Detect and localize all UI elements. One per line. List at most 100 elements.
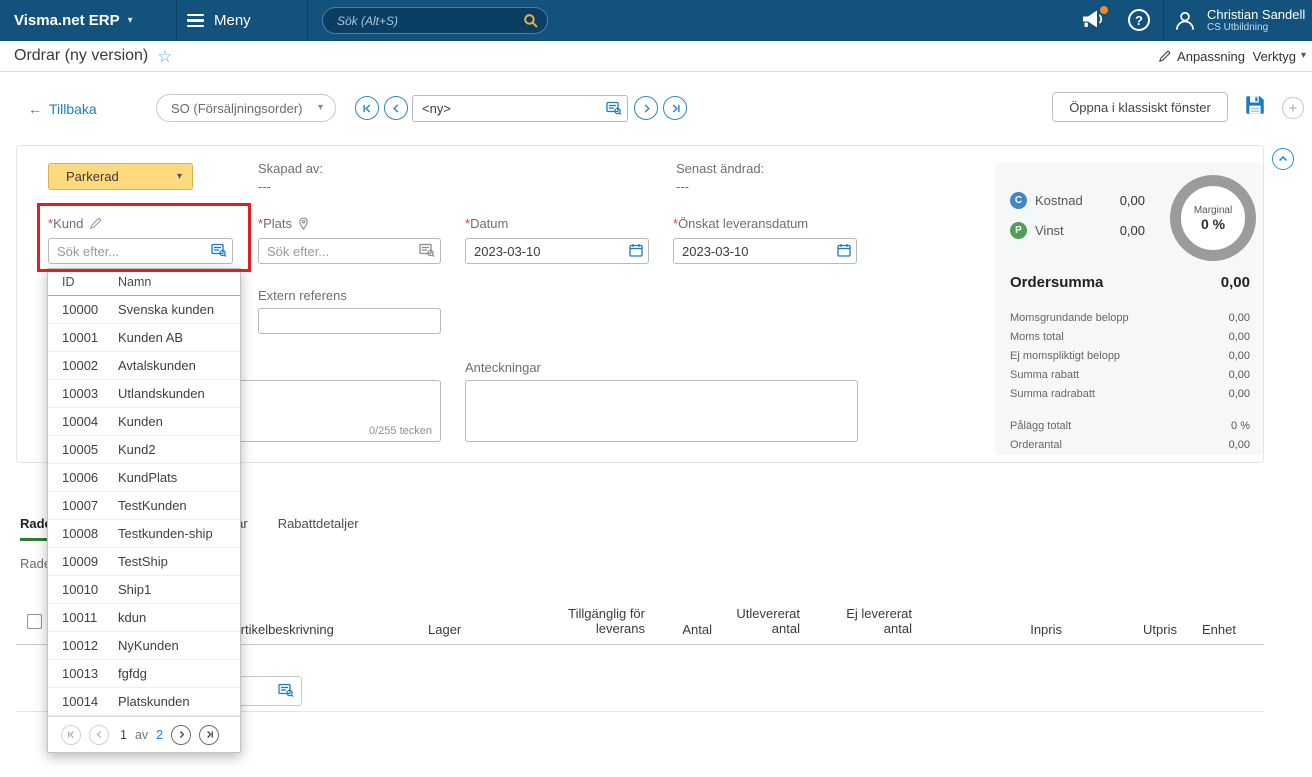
last-record-button[interactable] [663,96,687,120]
customer-id: 10007 [62,498,99,513]
next-record-button[interactable] [634,96,658,120]
calendar-icon[interactable] [629,243,643,257]
datum-input[interactable] [465,238,649,264]
lookup-icon[interactable] [419,243,435,257]
customer-option[interactable]: 10003 Utlandskunden [48,380,240,408]
global-search[interactable] [322,7,548,34]
customer-option[interactable]: 10005 Kund2 [48,436,240,464]
brand-menu[interactable]: Visma.net ERP ▾ [14,0,133,41]
collapse-panel-button[interactable] [1272,148,1294,170]
tab-rabattdetaljer[interactable]: Rabattdetaljer [278,516,359,541]
lookup-icon[interactable] [211,243,227,257]
save-button[interactable] [1245,95,1265,115]
marginal-label: Marginal [1193,204,1233,216]
column-header[interactable]: Tillgänglig för leverans [540,606,645,636]
chevron-down-icon: ▾ [1300,50,1306,61]
main-menu-button[interactable]: Meny [177,0,307,41]
anteckningar-field [465,380,858,442]
customer-option[interactable]: 10007 TestKunden [48,492,240,520]
customer-option[interactable]: 10000 Svenska kunden [48,296,240,324]
previous-record-button[interactable] [384,96,408,120]
column-header[interactable]: Inpris [1012,622,1062,637]
customer-name: Kunden [118,414,163,429]
customer-name: Avtalskunden [118,358,196,373]
plats-search-input[interactable] [258,238,441,264]
add-record-button[interactable]: + [1282,97,1304,119]
lookup-icon[interactable] [278,683,294,697]
pagination-next-button[interactable] [171,724,192,745]
customer-option[interactable]: 10012 NyKunden [48,632,240,660]
user-icon [1176,11,1194,30]
announcements-button[interactable] [1080,6,1108,33]
customer-option[interactable]: 10008 Testkunden-ship [48,520,240,548]
customer-id: 10001 [62,330,99,345]
pagination-first-button[interactable] [61,724,81,745]
summary-row-value: 0,00 [1228,311,1250,324]
edit-pencil-icon[interactable] [89,217,102,230]
hamburger-icon [187,13,204,28]
column-header[interactable]: Artikelbeskrivning [232,622,334,637]
search-icon[interactable] [523,13,538,28]
kostnad-label: Kostnad [1035,193,1083,208]
lookup-icon[interactable] [606,101,622,115]
customer-option[interactable]: 10002 Avtalskunden [48,352,240,380]
anteckningar-textarea[interactable] [465,380,858,442]
column-header[interactable]: Lager [428,622,461,637]
customer-id: 10013 [62,666,99,681]
status-dropdown[interactable]: Parkerad ▾ [48,163,193,190]
customer-option[interactable]: 10004 Kunden [48,408,240,436]
created-by-label: Skapad av: [258,161,324,176]
pencil-icon [1159,50,1171,62]
column-header[interactable]: Enhet [1202,622,1236,637]
column-header[interactable]: Ej levererat antal [817,606,912,636]
pagination-total-pages[interactable]: 2 [156,728,163,742]
customer-option[interactable]: 10013 fgfdg [48,660,240,688]
customer-option[interactable]: 10001 Kunden AB [48,324,240,352]
open-classic-button[interactable]: Öppna i klassiskt fönster [1052,92,1228,122]
marginal-gauge: Marginal 0 % [1170,175,1256,261]
customer-option[interactable]: 10009 TestShip [48,548,240,576]
customer-id: 10006 [62,470,99,485]
global-search-input[interactable] [323,13,523,28]
customer-option[interactable]: 10006 KundPlats [48,464,240,492]
chevron-down-icon: ▾ [127,14,133,26]
back-link[interactable]: ← Tillbaka [28,101,97,117]
order-type-dropdown[interactable]: SO (Försäljningsorder) ▾ [156,94,336,122]
summary-row: Moms total 0,00 [1010,327,1250,346]
leveransdatum-input[interactable] [673,238,857,264]
extern-referens-input[interactable] [258,308,441,334]
summary-row-value: 0,00 [1228,330,1250,343]
profit-badge-icon: P [1010,222,1027,239]
customer-id: 10002 [62,358,99,373]
customer-option[interactable]: 10010 Ship1 [48,576,240,604]
column-header[interactable]: Utlevererat antal [705,606,800,636]
user-name: Christian Sandell [1207,7,1306,22]
first-record-button[interactable] [355,96,379,120]
column-header[interactable]: Utpris [1127,622,1177,637]
order-type-value: SO (Försäljningsorder) [171,100,303,116]
dropdown-column-id[interactable]: ID [62,275,118,289]
datum-field [465,238,649,264]
skip-last-icon [206,731,213,738]
favorite-star-icon[interactable]: ☆ [157,48,172,65]
user-menu[interactable]: Christian Sandell CS Utbildning [1172,0,1305,41]
customization-button[interactable]: Anpassning [1158,41,1245,71]
summary-row-label: Ej momspliktigt belopp [1010,349,1121,362]
kund-search-input[interactable] [48,238,233,264]
help-button[interactable]: ? [1128,9,1150,31]
kund-label-row: *Kund [48,216,102,231]
pagination-previous-button[interactable] [89,724,109,745]
customer-option[interactable]: 10014 Platskunden [48,688,240,716]
customer-id: 10003 [62,386,99,401]
vinst-label: Vinst [1035,223,1064,238]
select-all-checkbox[interactable] [27,614,42,629]
pagination-last-button[interactable] [199,724,220,745]
summary-row-label: Moms total [1010,330,1064,343]
calendar-icon[interactable] [837,243,851,257]
dropdown-column-name[interactable]: Namn [118,275,151,289]
last-modified-value: --- [676,179,689,194]
customer-option[interactable]: 10011 kdun [48,604,240,632]
plats-label-row: *Plats [258,216,309,231]
tools-button[interactable]: Verktyg ▾ [1253,41,1306,71]
record-number-input[interactable] [412,95,628,122]
